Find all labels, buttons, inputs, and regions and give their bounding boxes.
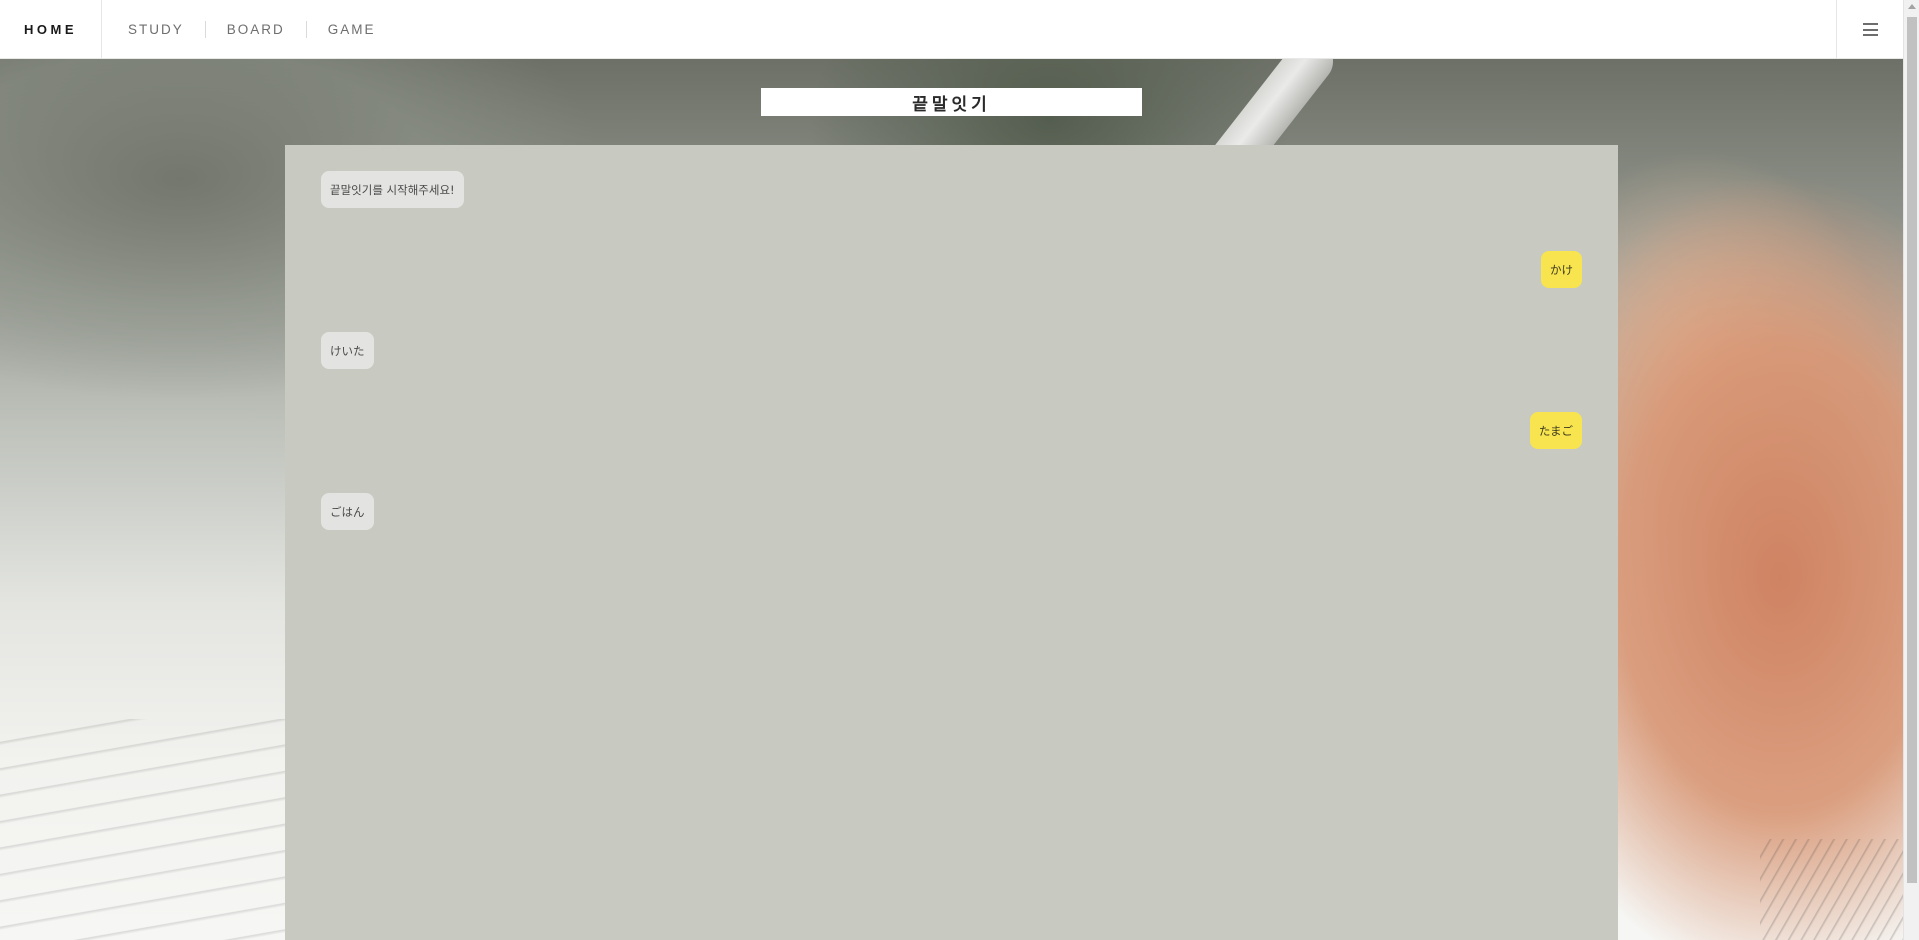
home-link[interactable]: HOME	[0, 0, 102, 58]
chat-message-user: かけ	[1541, 251, 1582, 288]
scrollbar-thumb[interactable]	[1907, 17, 1917, 883]
chat-message-bot: 끝말잇기를 시작해주세요!	[321, 171, 464, 208]
paper-texture-right	[1760, 839, 1903, 940]
nav-item-game[interactable]: GAME	[305, 20, 397, 38]
vertical-scrollbar[interactable]	[1903, 0, 1919, 940]
chat-panel: 끝말잇기를 시작해주세요! かけ けいた たまご ごはん	[285, 145, 1618, 940]
top-navigation-bar: HOME STUDY BOARD GAME	[0, 0, 1903, 59]
hamburger-menu-icon	[1862, 23, 1878, 36]
scroll-up-arrow-icon[interactable]	[1908, 4, 1916, 9]
chat-message-bot: けいた	[321, 332, 374, 369]
chat-message-user: たまご	[1529, 412, 1582, 449]
game-title: 끝말잇기	[912, 94, 991, 115]
main-nav: STUDY BOARD GAME	[102, 0, 397, 58]
nav-item-board[interactable]: BOARD	[204, 20, 306, 38]
chat-message-bot: ごはん	[321, 493, 374, 530]
game-title-box: 끝말잇기	[761, 88, 1142, 116]
nav-item-study[interactable]: STUDY	[102, 21, 205, 38]
menu-button[interactable]	[1836, 0, 1903, 59]
